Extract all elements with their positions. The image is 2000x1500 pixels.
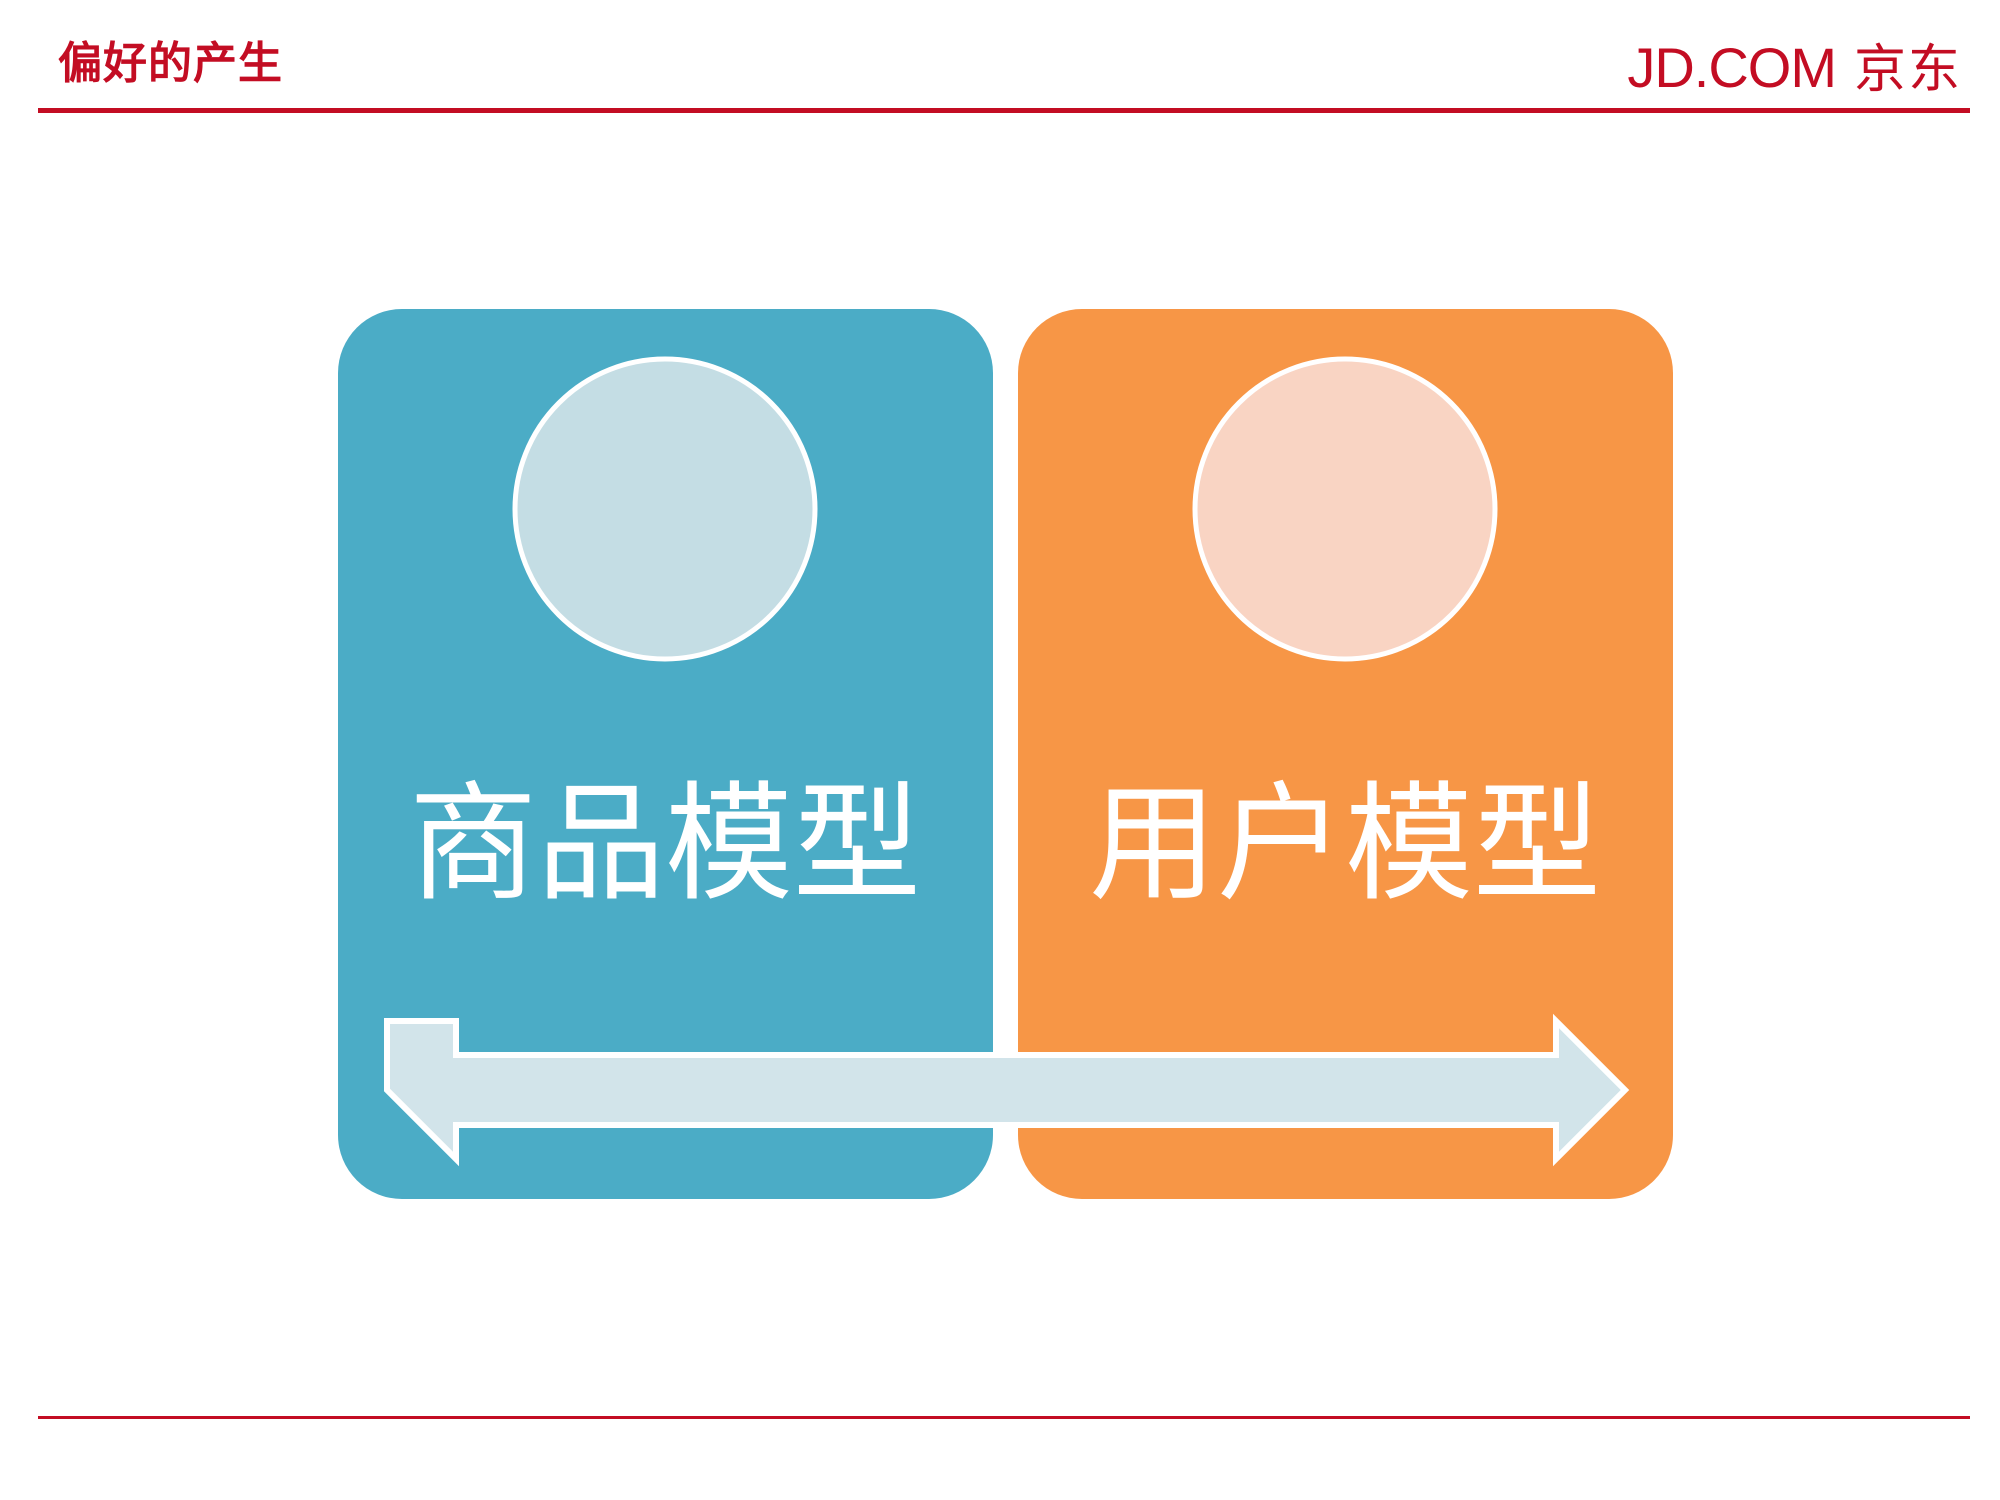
model-diagram: 商品模型 用户模型 bbox=[338, 309, 1673, 1199]
user-model-label: 用户模型 bbox=[1089, 770, 1601, 919]
product-model-label: 商品模型 bbox=[409, 770, 921, 919]
footer-divider bbox=[38, 1416, 1970, 1419]
slide: 偏好的产生 JD.COM 京东 商品模型 用户模型 bbox=[0, 0, 2000, 1500]
user-model-circle bbox=[1192, 356, 1498, 662]
product-model-circle bbox=[512, 356, 818, 662]
